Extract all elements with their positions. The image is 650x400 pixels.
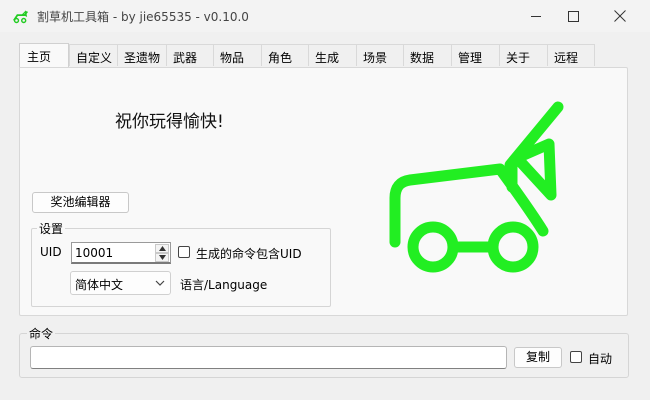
- close-icon: [614, 10, 626, 22]
- uid-spinbox[interactable]: 10001: [71, 242, 171, 264]
- close-button[interactable]: [597, 0, 643, 32]
- welcome-text: 祝你玩得愉快!: [115, 112, 224, 132]
- minimize-icon: [530, 15, 541, 17]
- command-group-title: 命令: [27, 325, 56, 342]
- chevron-down-icon: [158, 255, 166, 260]
- tab-artifact[interactable]: 圣遗物: [117, 44, 167, 66]
- tab-scene[interactable]: 场景: [356, 44, 404, 66]
- tab-weapon[interactable]: 武器: [166, 44, 214, 66]
- spin-down-button[interactable]: [155, 253, 169, 262]
- tab-manage[interactable]: 管理: [451, 44, 500, 66]
- tab-custom[interactable]: 自定义: [69, 44, 118, 66]
- settings-group: [31, 228, 331, 307]
- tab-avatar[interactable]: 角色: [261, 44, 309, 66]
- language-select[interactable]: 简体中文: [70, 271, 171, 295]
- window-title: 割草机工具箱 - by jie65535 - v0.10.0: [37, 10, 249, 24]
- maximize-icon: [567, 10, 579, 22]
- maximize-button[interactable]: [550, 0, 596, 32]
- tab-data[interactable]: 数据: [403, 44, 452, 66]
- uid-value[interactable]: 10001: [75, 246, 113, 260]
- language-value: 简体中文: [75, 278, 124, 292]
- include-uid-label[interactable]: 生成的命令包含UID: [196, 245, 302, 262]
- title-bar[interactable]: 割草机工具箱 - by jie65535 - v0.10.0: [0, 0, 650, 32]
- tab-remote[interactable]: 远程: [547, 44, 595, 66]
- car-logo-icon: [389, 101, 564, 273]
- tab-about[interactable]: 关于: [499, 44, 548, 66]
- spin-up-button[interactable]: [155, 244, 169, 253]
- auto-copy-checkbox[interactable]: [570, 351, 582, 363]
- copy-button[interactable]: 复制: [514, 347, 562, 368]
- include-uid-checkbox[interactable]: [178, 246, 190, 258]
- command-input[interactable]: [30, 346, 507, 369]
- tab-spawn[interactable]: 生成: [308, 44, 357, 66]
- tab-home[interactable]: 主页: [19, 43, 69, 67]
- app-logo-icon: [13, 10, 29, 24]
- settings-group-title: 设置: [37, 220, 66, 237]
- chevron-up-icon: [158, 246, 166, 251]
- tab-item[interactable]: 物品: [213, 44, 262, 66]
- auto-copy-label[interactable]: 自动: [588, 350, 612, 367]
- chevron-down-icon: [155, 280, 165, 286]
- main-window: 割草机工具箱 - by jie65535 - v0.10.0 主页 自定义 圣遗…: [0, 0, 650, 400]
- pool-editor-button[interactable]: 奖池编辑器: [32, 192, 129, 213]
- language-label: 语言/Language: [180, 278, 268, 292]
- uid-label: UID: [40, 245, 62, 259]
